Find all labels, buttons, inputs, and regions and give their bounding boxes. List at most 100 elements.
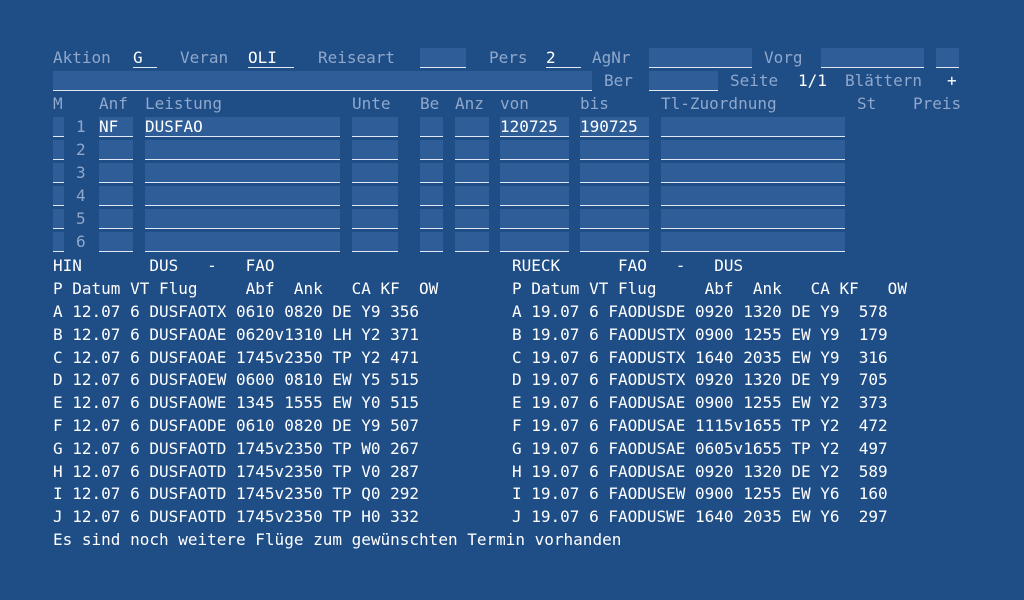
row-marker-field[interactable] [53, 117, 64, 137]
row-marker-field[interactable] [53, 209, 64, 229]
agnr-field[interactable] [649, 48, 752, 68]
hin-flight-row[interactable]: F 12.07 6 DUSFAODE 0610 0820 DE Y9 507 [53, 416, 419, 436]
row-marker-field[interactable] [53, 186, 64, 206]
rueck-flight-row[interactable]: E 19.07 6 FAODUSAE 0900 1255 EW Y2 373 [512, 393, 888, 413]
be-field[interactable] [420, 186, 443, 206]
ber-field[interactable] [649, 71, 718, 91]
unte-field[interactable] [352, 163, 398, 183]
von-field[interactable] [500, 232, 569, 252]
tl-zuordnung-field[interactable] [661, 209, 845, 229]
anf-field[interactable] [99, 163, 133, 183]
row-number: 6 [76, 232, 86, 251]
row-marker-field[interactable] [53, 140, 64, 160]
tl-zuordnung-field[interactable] [661, 117, 845, 137]
be-field[interactable] [420, 232, 443, 252]
rueck-flight-row[interactable]: I 19.07 6 FAODUSEW 0900 1255 EW Y6 160 [512, 484, 888, 504]
rueck-flight-row[interactable]: F 19.07 6 FAODUSAE 1115v1655 TP Y2 472 [512, 416, 888, 436]
hin-header: P Datum VT Flug Abf Ank CA KF OW [53, 279, 439, 298]
hin-flight-row[interactable]: E 12.07 6 DUSFAOWE 1345 1555 EW Y0 515 [53, 393, 419, 413]
anz-field[interactable] [455, 232, 489, 252]
unte-field[interactable] [352, 140, 398, 160]
col-m: M [53, 94, 63, 113]
veran-field[interactable]: OLI [248, 48, 294, 68]
anf-field[interactable] [99, 209, 133, 229]
rueck-flight-row[interactable]: D 19.07 6 FAODUSTX 0920 1320 DE Y9 705 [512, 370, 888, 390]
hin-flight-row[interactable]: D 12.07 6 DUSFAOEW 0600 0810 EW Y5 515 [53, 370, 419, 390]
rueck-flight-row[interactable]: H 19.07 6 FAODUSAE 0920 1320 DE Y2 589 [512, 462, 888, 482]
blaettern-label: Blättern [845, 71, 923, 90]
anf-field[interactable] [99, 232, 133, 252]
von-field[interactable] [500, 186, 569, 206]
von-field[interactable] [500, 163, 569, 183]
reiseart-label: Reiseart [318, 48, 396, 67]
col-preis: Preis [913, 94, 962, 113]
leistung-field[interactable] [145, 186, 340, 206]
vorg-field[interactable] [821, 48, 924, 68]
row-marker-field[interactable] [53, 163, 64, 183]
be-field[interactable] [420, 209, 443, 229]
rueck-flight-row[interactable]: B 19.07 6 FAODUSTX 0900 1255 EW Y9 179 [512, 325, 888, 345]
be-field[interactable] [420, 117, 443, 137]
text-line-field[interactable] [53, 71, 592, 91]
bis-field[interactable] [580, 209, 649, 229]
bis-field[interactable] [580, 140, 649, 160]
tl-zuordnung-field[interactable] [661, 163, 845, 183]
bis-field[interactable] [580, 163, 649, 183]
vorg-extra-field[interactable] [936, 48, 959, 68]
hin-flight-row[interactable]: J 12.07 6 DUSFAOTD 1745v2350 TP H0 332 [53, 507, 419, 527]
tl-zuordnung-field[interactable] [661, 140, 845, 160]
be-field[interactable] [420, 163, 443, 183]
hin-flight-row[interactable]: I 12.07 6 DUSFAOTD 1745v2350 TP Q0 292 [53, 484, 419, 504]
row-marker-field[interactable] [53, 232, 64, 252]
bis-field[interactable] [580, 186, 649, 206]
anf-field[interactable]: NF [99, 117, 133, 137]
tl-zuordnung-field[interactable] [661, 232, 845, 252]
von-field[interactable] [500, 140, 569, 160]
rueck-flight-row[interactable]: A 19.07 6 FAODUSDE 0920 1320 DE Y9 578 [512, 302, 888, 322]
von-field[interactable]: 120725 [500, 117, 569, 137]
be-field[interactable] [420, 140, 443, 160]
unte-field[interactable] [352, 186, 398, 206]
anz-field[interactable] [455, 163, 489, 183]
blaettern-value[interactable]: + [947, 71, 957, 91]
reiseart-field[interactable] [420, 48, 466, 68]
anz-field[interactable] [455, 186, 489, 206]
col-leistung: Leistung [145, 94, 223, 113]
unte-field[interactable] [352, 209, 398, 229]
leistung-field[interactable]: DUSFAO [145, 117, 340, 137]
row-number: 3 [76, 163, 86, 182]
pers-field[interactable]: 2 [546, 48, 581, 68]
ber-label: Ber [604, 71, 633, 90]
leistung-field[interactable] [145, 209, 340, 229]
anz-field[interactable] [455, 117, 489, 137]
von-field[interactable] [500, 209, 569, 229]
leistung-field[interactable] [145, 140, 340, 160]
rueck-flight-row[interactable]: G 19.07 6 FAODUSAE 0605v1655 TP Y2 497 [512, 439, 888, 459]
leistung-field[interactable] [145, 232, 340, 252]
hin-flight-row[interactable]: G 12.07 6 DUSFAOTD 1745v2350 TP W0 267 [53, 439, 419, 459]
bis-field[interactable] [580, 232, 649, 252]
hin-flight-row[interactable]: B 12.07 6 DUSFAOAE 0620v1310 LH Y2 371 [53, 325, 419, 345]
hin-flight-row[interactable]: H 12.07 6 DUSFAOTD 1745v2350 TP V0 287 [53, 462, 419, 482]
rueck-flight-row[interactable]: C 19.07 6 FAODUSTX 1640 2035 EW Y9 316 [512, 348, 888, 368]
col-bis: bis [580, 94, 609, 113]
col-tl-zuordnung: Tl-Zuordnung [661, 94, 777, 113]
bis-field[interactable]: 190725 [580, 117, 649, 137]
hin-flight-row[interactable]: A 12.07 6 DUSFAOTX 0610 0820 DE Y9 356 [53, 302, 419, 322]
anf-field[interactable] [99, 186, 133, 206]
pers-label: Pers [489, 48, 528, 67]
veran-label: Veran [180, 48, 229, 67]
unte-field[interactable] [352, 232, 398, 252]
col-von: von [500, 94, 529, 113]
anz-field[interactable] [455, 209, 489, 229]
leistung-field[interactable] [145, 163, 340, 183]
agnr-label: AgNr [592, 48, 631, 67]
row-number: 2 [76, 140, 86, 159]
tl-zuordnung-field[interactable] [661, 186, 845, 206]
unte-field[interactable] [352, 117, 398, 137]
anz-field[interactable] [455, 140, 489, 160]
anf-field[interactable] [99, 140, 133, 160]
aktion-field[interactable]: G [133, 48, 157, 68]
rueck-flight-row[interactable]: J 19.07 6 FAODUSWE 1640 2035 EW Y6 297 [512, 507, 888, 527]
hin-flight-row[interactable]: C 12.07 6 DUSFAOAE 1745v2350 TP Y2 471 [53, 348, 419, 368]
